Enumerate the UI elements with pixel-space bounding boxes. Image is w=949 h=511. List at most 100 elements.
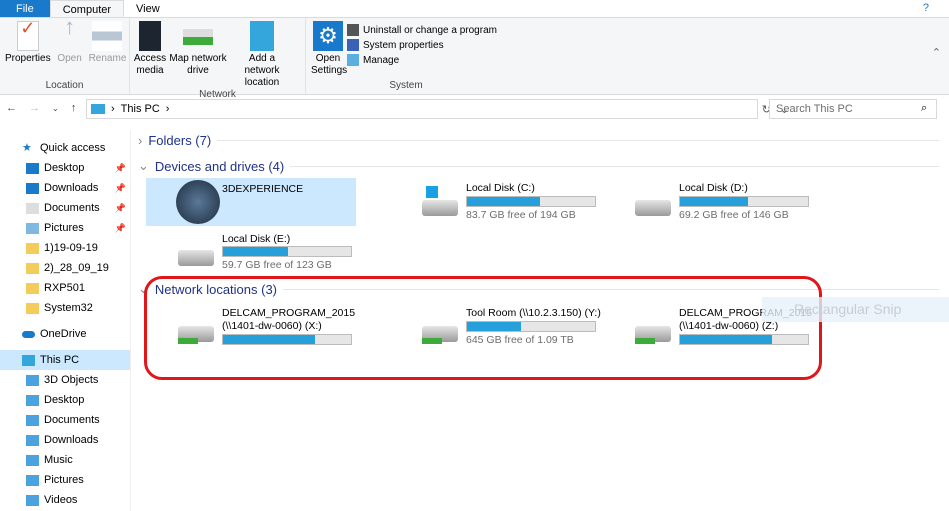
system-group: ⚙ Open Settings Uninstall or change a pro… [306,18,506,94]
network-location-icon [250,21,274,51]
open-button[interactable]: ↑ Open [53,14,87,80]
access-media-button[interactable]: Access media [133,21,167,89]
ribbon-tabs: File Computer View ? [0,0,949,18]
folder-icon [26,414,39,426]
star-icon: ★ [22,141,32,154]
system-properties-button[interactable]: System properties [347,39,497,51]
collapse-chevron-icon: ⌄ [138,158,149,173]
tab-computer[interactable]: Computer [49,0,125,17]
sidebar-item[interactable]: Desktop 📌 [0,158,130,178]
uninstall-icon [347,24,359,36]
back-icon[interactable]: ← [6,102,17,114]
breadcrumb-separator: › [111,103,115,115]
drive-item[interactable]: Local Disk (C:) 83.7 GB free of 194 GB [390,178,600,226]
rename-icon [92,21,123,51]
sidebar-this-pc[interactable]: This PC [0,350,130,370]
hard-drive-icon [422,200,458,216]
hard-drive-icon [178,250,214,266]
expand-chevron-icon: › [138,133,143,148]
uninstall-program-button[interactable]: Uninstall or change a program [347,24,497,36]
folder-icon [26,454,39,466]
breadcrumb-separator: › [165,103,170,115]
folder-icon [26,434,39,446]
sidebar-quick-access[interactable]: ★ Quick access [0,138,130,158]
usage-bar [466,196,596,207]
devices-section-header[interactable]: ⌄ Devices and drives (4) [138,158,939,174]
pin-icon[interactable]: 📌 [115,203,126,214]
tab-file[interactable]: File [0,0,50,17]
hard-drive-icon [635,200,671,216]
pin-icon[interactable]: 📌 [115,183,126,194]
sidebar-item[interactable]: 3D Objects [0,370,130,390]
sidebar-item[interactable]: Documents [0,410,130,430]
pin-icon[interactable]: 📌 [115,163,126,174]
usage-bar [679,196,809,207]
media-icon [139,21,161,51]
help-icon[interactable]: ? [923,2,929,14]
navigation-pane: ★ Quick access Desktop 📌 Downloads 📌 Document… [0,130,131,511]
drive-item[interactable]: Local Disk (E:) 59.7 GB free of 123 GB [146,228,356,276]
up-icon[interactable]: ↑ [71,102,77,114]
3dexperience-compass-icon [176,180,220,224]
folders-section-header[interactable]: › Folders (7) [138,133,939,148]
ribbon: ✓ Properties ↑ Open Rename Location Access… [0,14,949,100]
properties-icon: ✓ [16,19,39,51]
search-input[interactable]: Search This PC [769,99,937,119]
folder-icon [26,394,39,406]
breadcrumb-this-pc[interactable]: This PC [121,103,160,115]
ribbon-collapse-icon[interactable]: ⌃ [932,46,941,59]
location-group-label: Location [45,80,84,91]
folder-icon [26,162,39,174]
pin-icon[interactable]: 📌 [115,223,126,234]
sidebar-item[interactable]: Desktop [0,390,130,410]
open-settings-button[interactable]: ⚙ Open Settings [309,21,347,80]
tab-view[interactable]: View [124,0,172,17]
sidebar-item[interactable]: 1)19-09-19 [0,238,130,258]
properties-button[interactable]: ✓ Properties [3,19,53,80]
manage-icon [347,54,359,66]
sidebar-item[interactable]: RXP501 [0,278,130,298]
sidebar-item[interactable]: Downloads 📌 [0,178,130,198]
settings-gear-icon: ⚙ [313,21,343,51]
folder-icon [26,242,39,254]
network-group: Access media Map network drive Add a net… [130,18,306,100]
usage-bar [222,246,352,257]
sidebar-item[interactable]: Music [0,450,130,470]
system-properties-icon [347,39,359,51]
sidebar-item[interactable]: Pictures 📌 [0,218,130,238]
folder-icon [26,494,39,506]
sidebar-item[interactable]: Downloads [0,430,130,450]
windows-logo-icon [426,186,438,198]
sidebar-item[interactable]: System32 [0,298,130,318]
red-highlight-annotation [144,276,822,380]
forward-icon[interactable]: → [29,102,40,114]
open-icon: ↑ [64,14,76,39]
sidebar-onedrive[interactable]: OneDrive [0,324,130,344]
sidebar-item[interactable]: 2)_28_09_19 [0,258,130,278]
address-bar[interactable]: › This PC › ⌄ ↻ [86,99,789,119]
folder-icon [26,202,39,214]
folder-icon [26,302,39,314]
this-pc-icon [22,354,35,366]
recent-dropdown-icon[interactable]: ⌄ [52,104,59,113]
cloud-icon [22,330,35,338]
sidebar-item[interactable]: Pictures [0,470,130,490]
folder-icon [26,182,39,194]
folder-icon [26,374,39,386]
location-group: ✓ Properties ↑ Open Rename Location [0,14,130,94]
this-pc-icon [91,104,105,114]
drive-item[interactable]: Local Disk (D:) 69.2 GB free of 146 GB [603,178,813,226]
add-network-location-button[interactable]: Add a network location [229,21,295,89]
system-group-label: System [389,80,423,91]
folder-icon [26,282,39,294]
rectangular-snip-overlay: Rectangular Snip [762,297,949,322]
map-network-drive-button[interactable]: Map network drive [167,21,229,89]
manage-button[interactable]: Manage [347,54,497,66]
folder-icon [26,262,39,274]
drive-item[interactable]: 3DEXPERIENCE [146,178,356,226]
sidebar-item[interactable]: Documents 📌 [0,198,130,218]
sidebar-item[interactable]: Videos [0,490,130,510]
folder-icon [26,222,39,234]
rename-button[interactable]: Rename [87,21,129,80]
search-icon: ⌕ [921,102,928,114]
